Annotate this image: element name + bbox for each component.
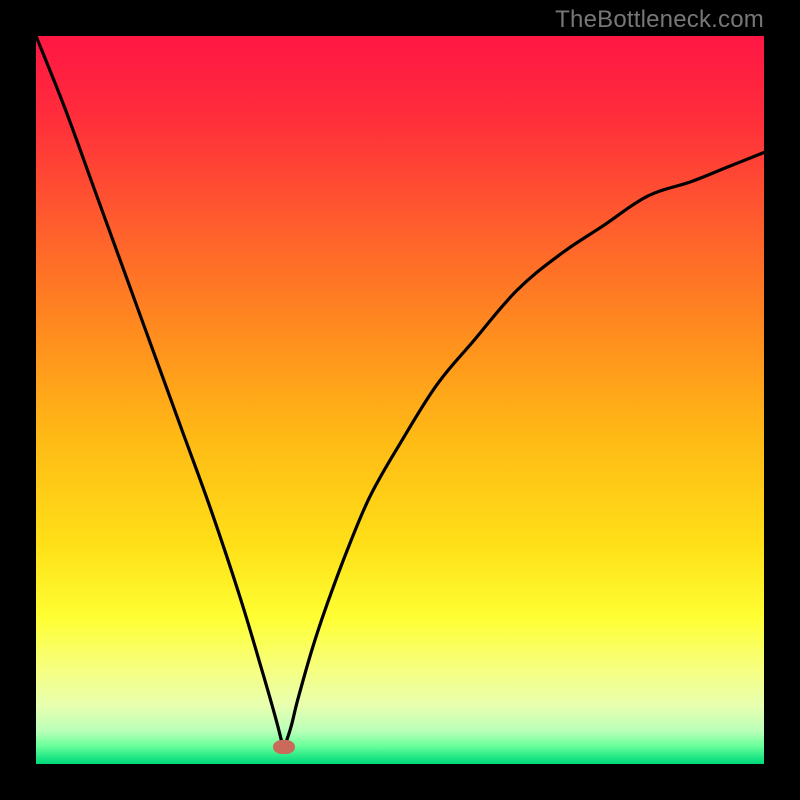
watermark-text: TheBottleneck.com (555, 6, 764, 34)
plot-area (36, 36, 764, 764)
bottleneck-curve (36, 36, 764, 764)
chart-frame: TheBottleneck.com (0, 0, 800, 800)
optimal-point-marker (273, 740, 295, 754)
